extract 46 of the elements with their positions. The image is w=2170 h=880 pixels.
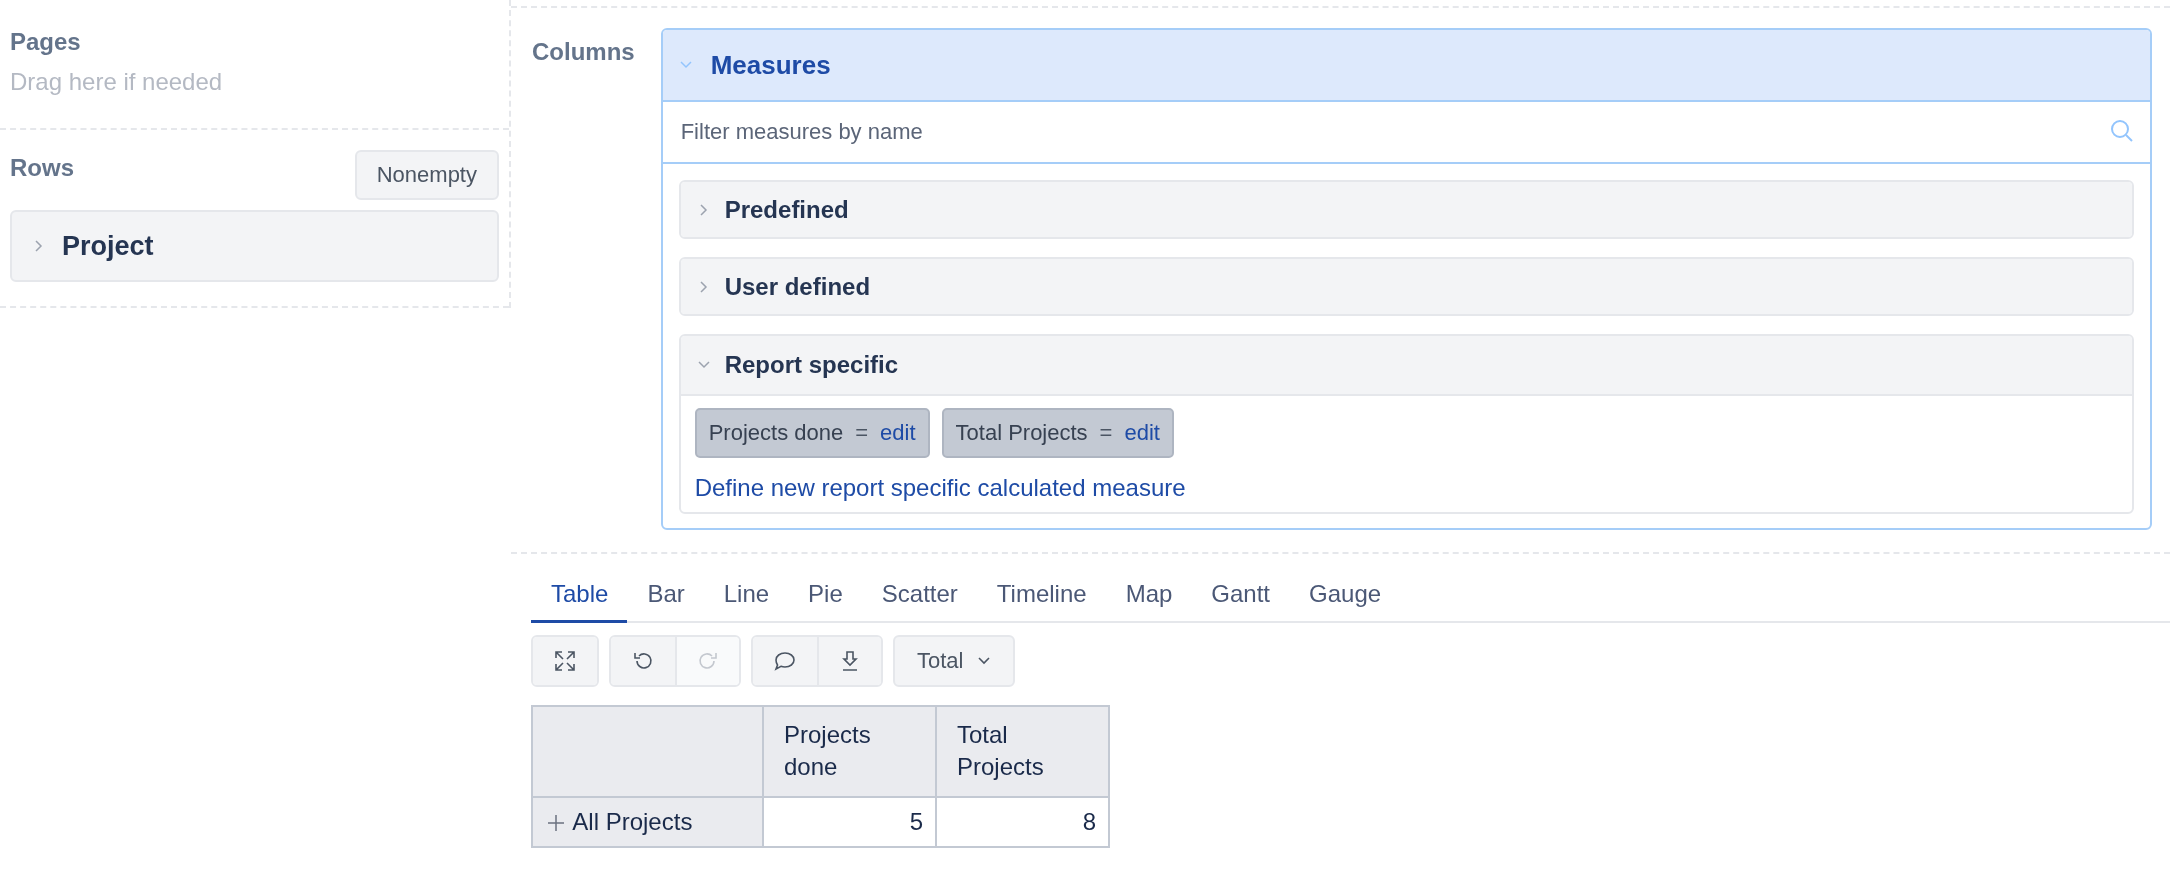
download-button[interactable] (817, 637, 881, 685)
redo-icon (697, 650, 719, 672)
expand-arrows-icon (554, 650, 576, 672)
dimension-item[interactable]: Project (10, 210, 499, 282)
measures-header[interactable]: Measures (662, 30, 2150, 102)
undo-button[interactable] (611, 637, 675, 685)
measure-group-header[interactable]: User defined (680, 259, 2132, 314)
edit-link[interactable]: edit (880, 420, 916, 446)
view-tab[interactable]: Gantt (1191, 572, 1290, 623)
drop-hint: Drag here if needed (10, 68, 224, 96)
chevron-icon (34, 239, 44, 253)
rows-title: Rows (10, 154, 74, 182)
view-tab[interactable]: Timeline (976, 572, 1106, 623)
table-cell: 5 (763, 796, 936, 847)
view-tab[interactable]: Scatter (861, 572, 977, 623)
measure-chip[interactable]: Projects done = edit (694, 408, 930, 458)
undo-icon (632, 650, 654, 672)
measure-chip[interactable]: Total Projects = edit (941, 408, 1174, 458)
row-label: All Projects (572, 807, 693, 835)
pages-title: Pages (10, 28, 82, 56)
edit-link[interactable]: edit (1124, 420, 1160, 446)
table-cell: 8 (936, 796, 1109, 847)
view-tab[interactable]: Table (531, 572, 628, 623)
equals-sign: = (855, 420, 869, 446)
equals-sign: = (1099, 420, 1113, 446)
view-tab[interactable]: Gauge (1289, 572, 1401, 623)
measure-name: Total Projects (955, 420, 1088, 446)
measure-name: Projects done (708, 420, 844, 446)
download-icon (840, 650, 860, 672)
column-header: Projects done (763, 706, 936, 797)
fullscreen-button[interactable] (533, 637, 597, 685)
view-tab[interactable]: Line (703, 572, 789, 623)
measure-group-header[interactable]: Report specific (680, 336, 2132, 396)
measure-group-header[interactable]: Predefined (680, 182, 2132, 237)
speech-bubble-icon (773, 650, 797, 672)
comment-button[interactable] (753, 637, 817, 685)
view-tab[interactable]: Bar (627, 572, 704, 623)
view-tab[interactable]: Map (1105, 572, 1192, 623)
total-dropdown[interactable]: Total (893, 635, 1016, 687)
view-tab[interactable]: Pie (788, 572, 862, 623)
plus-icon[interactable] (547, 813, 565, 832)
columns-title: Columns (532, 37, 635, 67)
nonempty-button[interactable]: Nonempty (354, 150, 499, 200)
column-header: Total Projects (936, 706, 1109, 797)
chevron-down-icon (977, 656, 992, 666)
define-measure-link[interactable]: Define new report specific calculated measure (694, 474, 1186, 502)
